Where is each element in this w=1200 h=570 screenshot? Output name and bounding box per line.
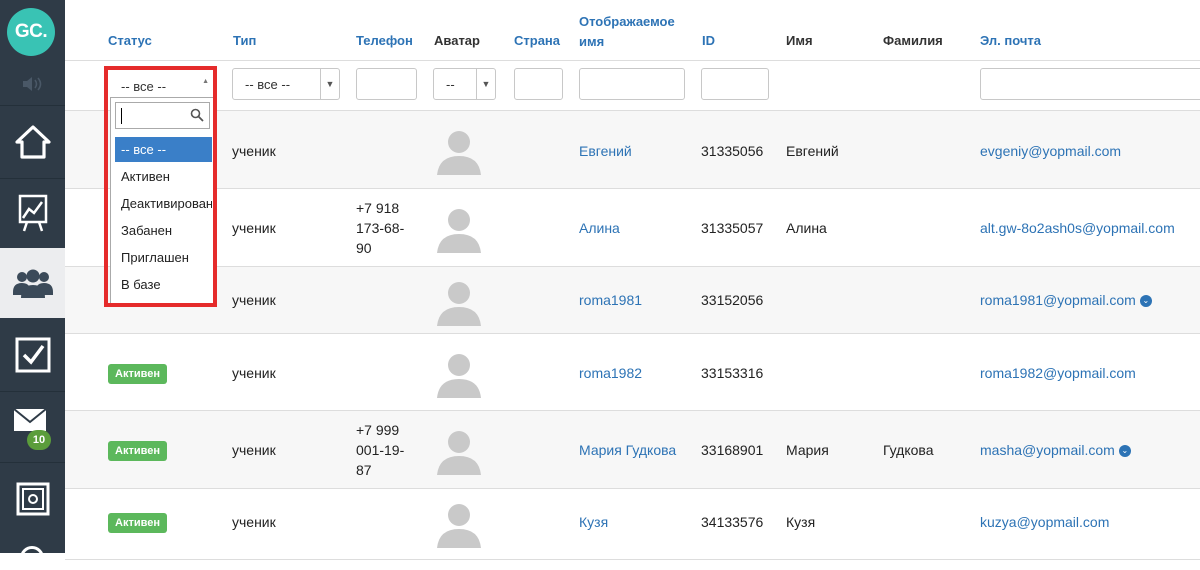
home-icon <box>14 125 51 159</box>
phone-cell: +7 918 173-68- 90 <box>356 198 404 258</box>
avatar <box>434 203 484 253</box>
type-cell: ученик <box>232 365 276 381</box>
checkbox-icon <box>15 337 50 373</box>
email-link[interactable]: evgeniy@yopmail.com <box>980 141 1121 161</box>
country-filter-input[interactable] <box>514 68 563 100</box>
first-name-cell: Евгений <box>786 143 839 159</box>
avatar <box>434 276 484 326</box>
type-cell: ученик <box>232 514 276 530</box>
column-header-phone[interactable]: Телефон <box>356 33 413 48</box>
logo[interactable]: GC. <box>7 8 55 56</box>
speaker-icon[interactable] <box>18 74 46 94</box>
type-filter-value: -- все -- <box>245 76 291 92</box>
type-filter-select[interactable]: -- все -- ▼ <box>232 68 340 100</box>
id-filter-input[interactable] <box>701 68 769 100</box>
sidebar: GC. 10 <box>0 0 65 570</box>
chart-icon <box>18 194 47 232</box>
email-cell[interactable]: roma1981@yopmail.com ⌄ <box>980 290 1152 310</box>
email-cell[interactable]: masha@yopmail.com ⌄ <box>980 440 1131 460</box>
sidebar-more-icon[interactable] <box>20 546 44 570</box>
phone-line: 001-19- <box>356 442 405 458</box>
id-cell: 33152056 <box>701 292 764 308</box>
column-header-display-name-line1: Отображаемое <box>579 14 675 29</box>
avatar-filter-value: -- <box>446 76 455 92</box>
chevron-down-icon[interactable]: ⌄ <box>1118 445 1131 458</box>
first-name-cell: Алина <box>786 220 827 236</box>
chevron-down-icon: ▼ <box>320 69 339 99</box>
type-cell: ученик <box>232 442 276 458</box>
safe-icon <box>16 482 49 516</box>
id-cell: 33153316 <box>701 365 764 381</box>
phone-line: 173-68- <box>356 220 405 236</box>
id-cell: 34133576 <box>701 514 764 530</box>
avatar <box>434 348 484 398</box>
column-header-type[interactable]: Тип <box>233 33 256 48</box>
id-cell: 33168901 <box>701 442 764 458</box>
phone-cell: +7 999 001-19- 87 <box>356 420 404 480</box>
display-name-link[interactable]: roma1982 <box>579 363 642 383</box>
column-header-email[interactable]: Эл. почта <box>980 33 1041 48</box>
email-filter-input[interactable] <box>980 68 1200 100</box>
type-cell: ученик <box>232 292 276 308</box>
column-header-last-name: Фамилия <box>883 33 943 48</box>
display-name-link[interactable]: Мария Гудкова <box>579 440 676 460</box>
last-name-cell: Гудкова <box>883 442 934 458</box>
avatar <box>434 125 484 175</box>
sidebar-item-users[interactable] <box>0 248 65 318</box>
column-header-status[interactable]: Статус <box>108 33 152 48</box>
status-badge: Активен <box>108 441 167 461</box>
phone-line: 87 <box>356 462 372 478</box>
id-cell: 31335057 <box>701 220 764 236</box>
display-name-link[interactable]: roma1981 <box>579 290 642 310</box>
sidebar-item-home[interactable] <box>0 106 65 178</box>
phone-line: +7 918 <box>356 200 400 216</box>
column-header-country[interactable]: Страна <box>514 33 560 48</box>
sidebar-item-stats[interactable] <box>0 179 65 247</box>
sidebar-item-safe[interactable] <box>0 463 65 535</box>
column-header-id[interactable]: ID <box>702 33 715 48</box>
display-name-link[interactable]: Евгений <box>579 141 632 161</box>
email-link[interactable]: roma1982@yopmail.com <box>980 363 1136 383</box>
phone-line: +7 999 <box>356 422 400 438</box>
email-link[interactable]: roma1981@yopmail.com <box>980 292 1136 308</box>
column-header-display-name[interactable]: Отображаемое имя <box>579 12 675 52</box>
column-header-avatar: Аватар <box>434 33 480 48</box>
status-badge: Активен <box>108 364 167 384</box>
id-cell: 31335056 <box>701 143 764 159</box>
avatar-filter-select[interactable]: -- ▼ <box>433 68 496 100</box>
display-name-link[interactable]: Алина <box>579 218 620 238</box>
avatar <box>434 498 484 548</box>
status-badge: Активен <box>108 513 167 533</box>
type-cell: ученик <box>232 220 276 236</box>
type-cell: ученик <box>232 143 276 159</box>
email-link[interactable]: alt.gw-8o2ash0s@yopmail.com <box>980 218 1175 238</box>
avatar <box>434 425 484 475</box>
chevron-down-icon: ▼ <box>476 69 495 99</box>
highlight-box <box>104 66 217 307</box>
column-header-first-name: Имя <box>786 33 813 48</box>
users-icon <box>12 269 53 298</box>
first-name-cell: Мария <box>786 442 829 458</box>
unread-badge: 10 <box>27 430 51 450</box>
display-name-filter-input[interactable] <box>579 68 685 100</box>
display-name-link[interactable]: Кузя <box>579 512 608 532</box>
column-header-display-name-line2: имя <box>579 34 605 49</box>
sidebar-item-messages[interactable] <box>0 392 65 462</box>
email-link[interactable]: masha@yopmail.com <box>980 442 1115 458</box>
phone-filter-input[interactable] <box>356 68 417 100</box>
sidebar-item-tasks[interactable] <box>0 319 65 391</box>
email-link[interactable]: kuzya@yopmail.com <box>980 512 1109 532</box>
chevron-down-icon[interactable]: ⌄ <box>1139 295 1152 308</box>
first-name-cell: Кузя <box>786 514 816 530</box>
phone-line: 90 <box>356 240 372 256</box>
